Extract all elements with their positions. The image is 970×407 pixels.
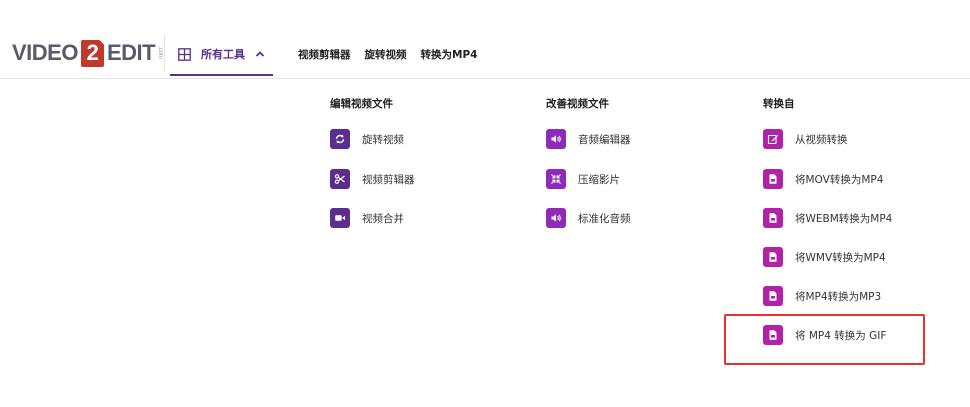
logo-text-video: VIDEO xyxy=(12,40,78,65)
compress-icon xyxy=(546,169,566,189)
file-icon xyxy=(763,169,783,189)
menu-item-video-merge[interactable]: 视频合并 xyxy=(330,208,404,228)
speaker-icon xyxy=(546,208,566,228)
menu-item-wmv-to-mp4[interactable]: 将WMV转换为MP4 xyxy=(763,247,886,267)
menu-column-improve: 改善视频文件 xyxy=(546,95,609,113)
menu-item-label: 视频剪辑器 xyxy=(362,173,415,186)
menu-item-label: 音频编辑器 xyxy=(578,133,631,146)
column-title-improve: 改善视频文件 xyxy=(546,98,609,110)
rotate-icon xyxy=(330,129,350,149)
header-divider xyxy=(164,34,165,72)
nav-link-convert-mp4[interactable]: 转换为MP4 xyxy=(421,47,478,62)
scissors-icon xyxy=(330,169,350,189)
menu-item-audio-editor[interactable]: 音频编辑器 xyxy=(546,129,631,149)
nav-link-video-cutter[interactable]: 视频剪辑器 xyxy=(298,47,351,62)
menu-item-label: 将WMV转换为MP4 xyxy=(795,251,886,264)
menu-column-convert: 转换自 xyxy=(763,95,795,113)
chevron-up-icon xyxy=(255,51,265,57)
menu-item-normalize-audio[interactable]: 标准化音频 xyxy=(546,208,631,228)
file-icon xyxy=(763,247,783,267)
header-links: 视频剪辑器 旋转视频 转换为MP4 xyxy=(298,44,477,64)
menu-item-label: 将MOV转换为MP4 xyxy=(795,173,884,186)
top-navigation-bar: VIDEO 2 EDIT .com 所有工具 视频剪辑器 旋转视频 转换为MP4 xyxy=(0,0,970,79)
grid-icon xyxy=(178,47,191,61)
logo-text-edit: EDIT xyxy=(106,40,156,65)
menu-item-mov-to-mp4[interactable]: 将MOV转换为MP4 xyxy=(763,169,883,189)
menu-item-label: 从视频转换 xyxy=(795,133,848,146)
highlight-box xyxy=(724,314,925,365)
menu-item-label: 旋转视频 xyxy=(362,133,404,146)
menu-item-label: 压缩影片 xyxy=(578,173,620,186)
active-tab-underline xyxy=(170,74,273,76)
column-title-edit: 编辑视频文件 xyxy=(330,98,393,110)
menu-column-edit: 编辑视频文件 xyxy=(330,95,393,113)
menu-item-compress-video[interactable]: 压缩影片 xyxy=(546,169,620,189)
menu-item-webm-to-mp4[interactable]: 将WEBM转换为MP4 xyxy=(763,208,892,228)
file-icon xyxy=(763,286,783,306)
speaker-icon xyxy=(546,129,566,149)
menu-item-label: 标准化音频 xyxy=(578,212,631,225)
logo[interactable]: VIDEO 2 EDIT .com xyxy=(12,37,163,69)
menu-item-mp4-to-mp3[interactable]: 将MP4转换为MP3 xyxy=(763,286,881,306)
edit-icon xyxy=(763,129,783,149)
menu-item-label: 将WEBM转换为MP4 xyxy=(795,212,893,225)
all-tools-label: 所有工具 xyxy=(201,48,245,61)
menu-item-rotate-video[interactable]: 旋转视频 xyxy=(330,129,404,149)
menu-item-label: 将MP4转换为MP3 xyxy=(795,290,882,303)
menu-item-video-cutter[interactable]: 视频剪辑器 xyxy=(330,169,415,189)
logo-text-2: 2 xyxy=(80,39,104,67)
all-tools-button[interactable]: 所有工具 xyxy=(170,44,273,76)
menu-item-convert-from-video[interactable]: 从视频转换 xyxy=(763,129,848,149)
nav-link-rotate-video[interactable]: 旋转视频 xyxy=(365,47,407,62)
logo-tld: .com xyxy=(157,46,164,60)
file-icon xyxy=(763,208,783,228)
video-camera-icon xyxy=(330,208,350,228)
menu-item-label: 视频合并 xyxy=(362,212,404,225)
column-title-convert: 转换自 xyxy=(763,98,795,110)
